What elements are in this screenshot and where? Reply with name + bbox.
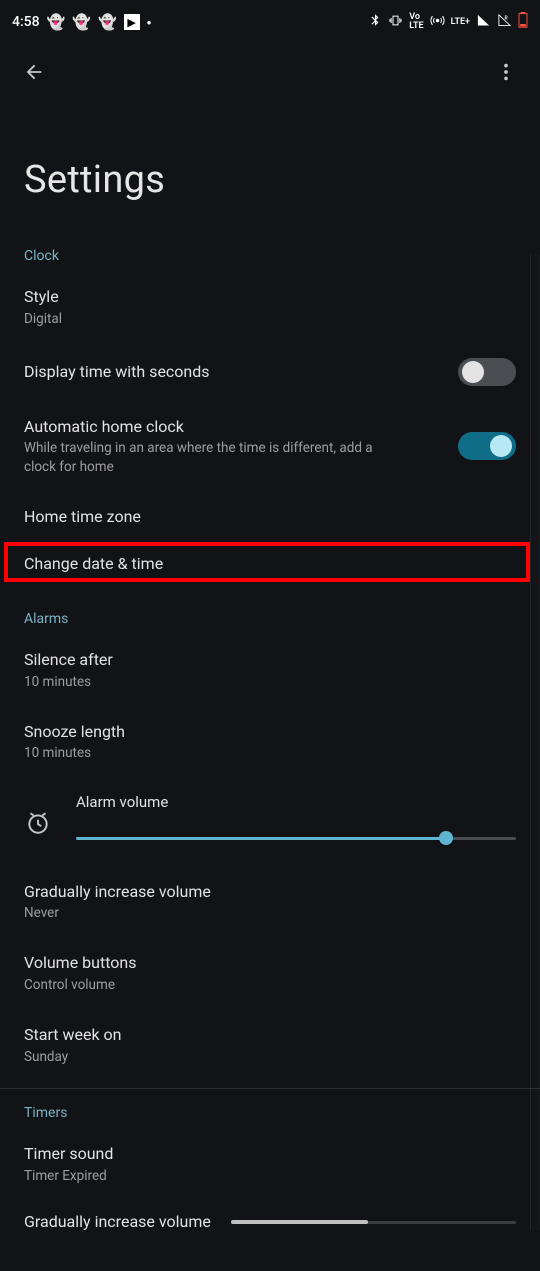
- setting-gradually-increase-alarm[interactable]: Gradually increase volume Never: [0, 867, 540, 939]
- setting-title: Display time with seconds: [24, 361, 442, 383]
- toggle-auto-home-clock[interactable]: [458, 432, 516, 460]
- setting-change-date-time[interactable]: Change date & time: [0, 543, 540, 585]
- back-button[interactable]: [14, 52, 54, 92]
- svg-text:R: R: [505, 15, 509, 21]
- setting-start-week-on[interactable]: Start week on Sunday: [0, 1010, 540, 1082]
- snapchat-icon: 👻: [47, 13, 66, 31]
- setting-title: Change date & time: [24, 553, 516, 575]
- setting-value: 10 minutes: [24, 673, 516, 691]
- setting-title: Home time zone: [24, 506, 516, 528]
- setting-title: Gradually increase volume: [24, 1211, 211, 1233]
- snapchat-icon: 👻: [98, 13, 117, 31]
- setting-title: Automatic home clock: [24, 416, 442, 438]
- setting-volume-buttons[interactable]: Volume buttons Control volume: [0, 938, 540, 1010]
- video-notification-icon: ▶: [124, 14, 140, 30]
- bluetooth-icon: [368, 13, 382, 31]
- snapchat-icon: 👻: [72, 13, 91, 31]
- alarm-clock-icon: [24, 809, 52, 837]
- signal-icon: [476, 13, 491, 32]
- setting-alarm-volume: Alarm volume: [0, 779, 540, 867]
- setting-automatic-home-clock[interactable]: Automatic home clock While traveling in …: [0, 402, 540, 492]
- alarm-volume-label: Alarm volume: [76, 793, 516, 811]
- volte-icon: VoLTE: [409, 13, 423, 31]
- status-right: VoLTE LTE+ R: [368, 12, 528, 32]
- alarm-volume-slider[interactable]: [76, 829, 516, 847]
- signal-roaming-icon: R: [497, 13, 512, 32]
- setting-style[interactable]: Style Digital: [0, 272, 540, 344]
- status-left: 4:58 👻 👻 👻 ▶ ●: [12, 13, 151, 31]
- setting-value: 10 minutes: [24, 744, 516, 762]
- hotspot-icon: [430, 13, 445, 32]
- setting-title: Silence after: [24, 649, 516, 671]
- setting-title: Style: [24, 286, 516, 308]
- setting-value: Never: [24, 904, 516, 922]
- page-title: Settings: [0, 100, 540, 232]
- setting-title: Timer sound: [24, 1143, 516, 1165]
- section-header-alarms: Alarms: [0, 585, 540, 635]
- status-bar: 4:58 👻 👻 👻 ▶ ● VoLTE LTE+ R: [0, 0, 540, 44]
- battery-low-icon: [518, 12, 528, 32]
- lte-plus-indicator: LTE+: [451, 18, 470, 27]
- toggle-display-seconds[interactable]: [458, 358, 516, 386]
- setting-title: Start week on: [24, 1024, 516, 1046]
- setting-title: Snooze length: [24, 721, 516, 743]
- setting-value: Digital: [24, 310, 516, 328]
- status-time: 4:58: [12, 14, 40, 30]
- toolbar: [0, 44, 540, 100]
- setting-value: Timer Expired: [24, 1167, 516, 1185]
- setting-gradually-increase-timer[interactable]: Gradually increase volume: [0, 1201, 540, 1241]
- timer-grad-slider[interactable]: [231, 1213, 516, 1231]
- setting-title: Gradually increase volume: [24, 881, 516, 903]
- setting-home-time-zone[interactable]: Home time zone: [0, 492, 540, 544]
- section-header-clock: Clock: [0, 232, 540, 272]
- setting-value: Control volume: [24, 976, 516, 994]
- settings-content: Clock Style Digital Display time with se…: [0, 232, 540, 1271]
- setting-silence-after[interactable]: Silence after 10 minutes: [0, 635, 540, 707]
- setting-timer-sound[interactable]: Timer sound Timer Expired: [0, 1129, 540, 1201]
- setting-value: Sunday: [24, 1048, 516, 1066]
- setting-display-seconds[interactable]: Display time with seconds: [0, 344, 540, 402]
- vibrate-icon: [388, 13, 403, 32]
- setting-description: While traveling in an area where the tim…: [24, 439, 404, 475]
- setting-title: Volume buttons: [24, 952, 516, 974]
- more-notifications-dot: ●: [147, 18, 152, 27]
- section-header-timers: Timers: [0, 1089, 540, 1129]
- setting-snooze-length[interactable]: Snooze length 10 minutes: [0, 707, 540, 779]
- overflow-menu-button[interactable]: [486, 52, 526, 92]
